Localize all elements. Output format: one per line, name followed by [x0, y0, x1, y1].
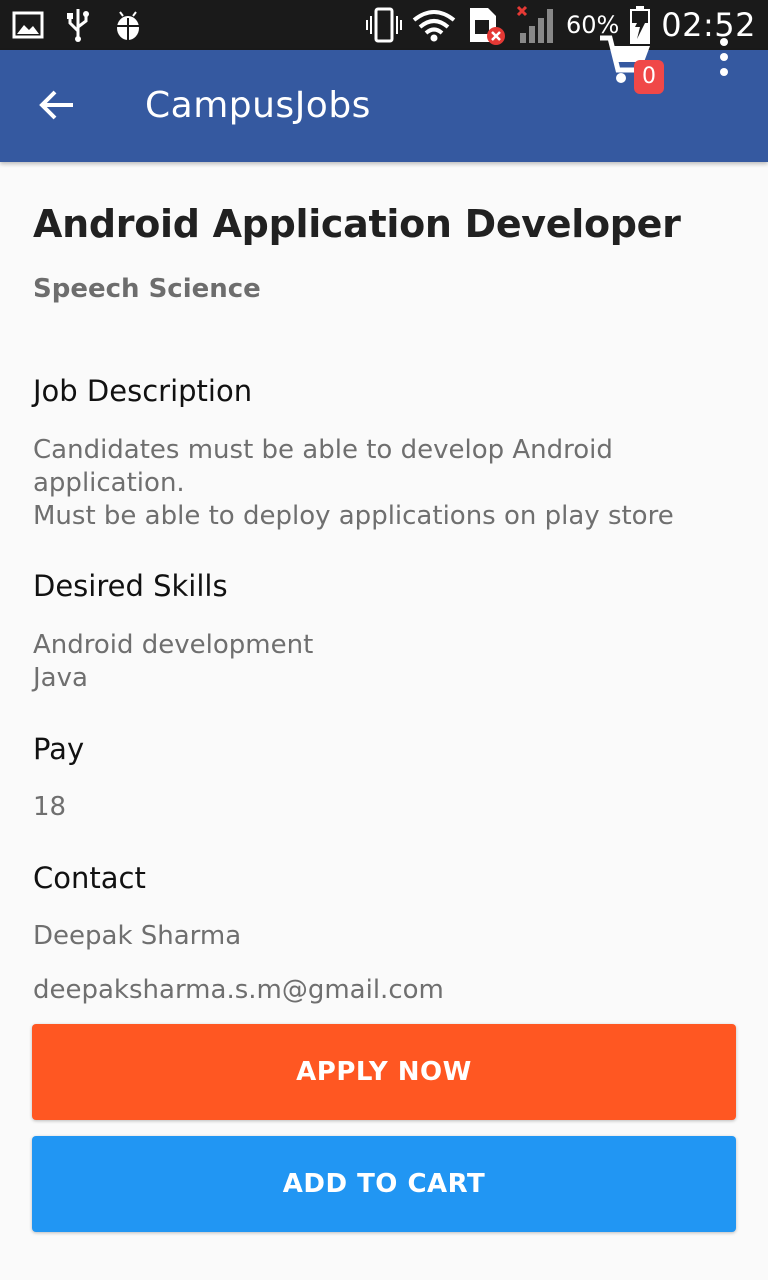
status-system: 60% 02:52	[365, 0, 756, 50]
add-to-cart-button[interactable]: ADD TO CART	[32, 1136, 736, 1232]
overflow-menu-button[interactable]	[704, 30, 744, 84]
status-notifications	[12, 6, 144, 44]
description-line: Candidates must be able to develop Andro…	[33, 435, 613, 465]
skills-heading: Desired Skills	[33, 569, 228, 603]
apply-now-button[interactable]: APPLY NOW	[32, 1024, 736, 1120]
signal-icon	[516, 5, 556, 45]
description-line: application.	[33, 468, 185, 498]
image-icon	[12, 11, 44, 39]
description-line: Must be able to deploy applications on p…	[33, 501, 674, 531]
cart-count-badge: 0	[634, 60, 664, 94]
back-button[interactable]	[30, 80, 84, 134]
back-arrow-icon	[39, 90, 75, 124]
wifi-icon	[412, 8, 456, 42]
company-name: Speech Science	[33, 274, 261, 304]
skill-item: Java	[33, 663, 88, 693]
contact-heading: Contact	[33, 861, 146, 895]
pay-value: 18	[33, 792, 67, 822]
description-heading: Job Description	[33, 374, 253, 408]
pay-heading: Pay	[33, 732, 85, 766]
skill-item: Android development	[33, 630, 314, 660]
app-title: CampusJobs	[145, 85, 371, 126]
sim-error-icon	[466, 4, 506, 46]
android-debug-icon	[112, 8, 144, 42]
vibrate-icon	[365, 6, 402, 44]
contact-email[interactable]: deepaksharma.s.m@gmail.com	[33, 974, 444, 1007]
job-title: Android Application Developer	[33, 202, 681, 246]
contact-name: Deepak Sharma	[33, 921, 242, 951]
overflow-menu-icon	[720, 38, 728, 76]
usb-icon	[66, 7, 90, 43]
